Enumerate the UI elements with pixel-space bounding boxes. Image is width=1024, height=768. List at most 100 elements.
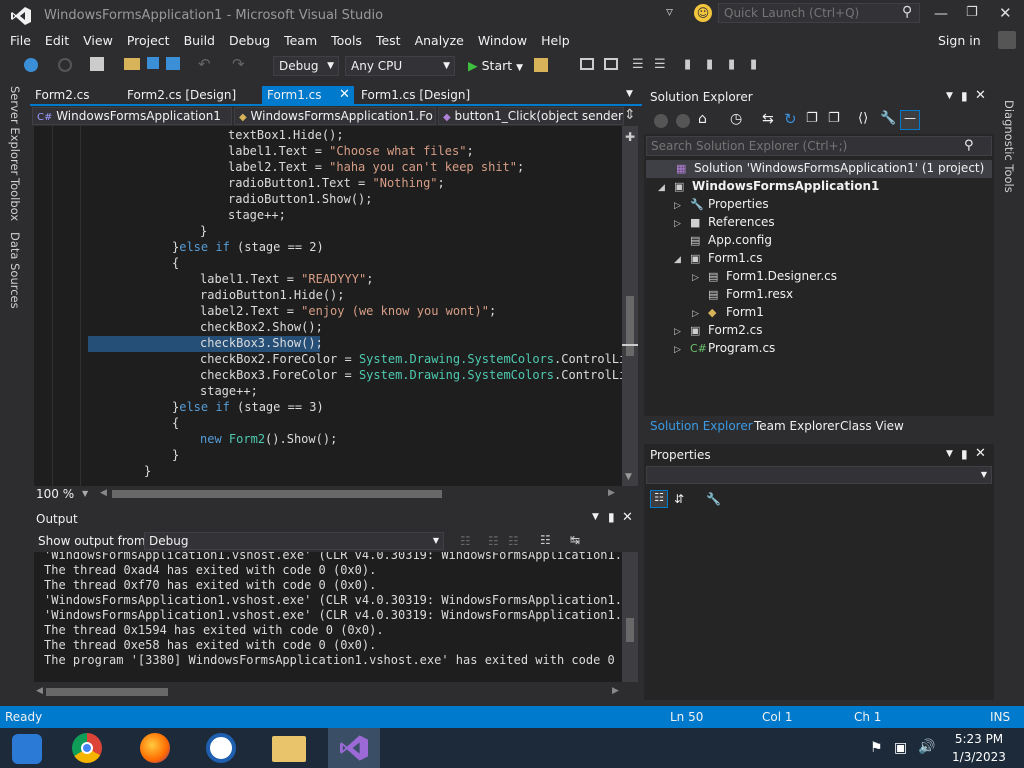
sync-icon[interactable]: ⇆ <box>762 111 774 127</box>
server-explorer-tab[interactable]: Server Explorer <box>8 86 22 175</box>
prev-bookmark-icon[interactable]: ▮ <box>706 57 713 72</box>
tree-item[interactable]: ▷ ▣ Form2.cs <box>674 323 763 341</box>
action-center-flag-icon[interactable]: ⚑ <box>870 740 883 756</box>
output-vertical-scrollbar[interactable] <box>622 552 638 682</box>
collapse-all-icon[interactable]: ❐ <box>806 111 818 126</box>
browser-link-icon[interactable] <box>534 58 548 72</box>
forward-icon[interactable] <box>676 114 690 128</box>
categorized-icon[interactable]: ☷ <box>650 490 668 508</box>
output-text-area[interactable]: 'WindowsFormsApplication1.vshost.exe' (C… <box>34 552 622 682</box>
tree-item[interactable]: ▷ ▤ Form1.Designer.cs <box>692 269 837 287</box>
output-horizontal-scrollbar[interactable]: ◀ ▶ <box>34 684 638 700</box>
undo-icon[interactable]: ↶ <box>198 55 211 73</box>
firefox-icon[interactable] <box>140 733 170 763</box>
clock-time[interactable]: 5:23 PM <box>944 732 1014 746</box>
menu-debug[interactable]: Debug <box>222 30 277 51</box>
notification-flag-icon[interactable]: ▿ <box>666 4 673 20</box>
visual-studio-taskbar-button[interactable] <box>328 728 380 768</box>
start-debugging-button[interactable]: ▶ Start ▼ <box>464 56 527 76</box>
scroll-left-arrow-icon[interactable]: ◀ <box>36 686 43 696</box>
panel-menu-icon[interactable]: ▼ <box>592 512 599 522</box>
refresh-icon[interactable]: ↻ <box>784 110 797 128</box>
tab-class-view[interactable]: Class View <box>840 419 904 433</box>
network-icon[interactable]: ▣ <box>894 740 907 756</box>
zoom-level[interactable]: 100 % <box>36 487 74 501</box>
close-output-icon[interactable]: ✕ <box>622 510 633 525</box>
feedback-smiley-icon[interactable]: ☺ <box>694 4 712 22</box>
menu-edit[interactable]: Edit <box>38 30 76 51</box>
sign-in-link[interactable]: Sign in <box>938 33 981 48</box>
menu-window[interactable]: Window <box>471 30 534 51</box>
pin-icon[interactable]: ▮ <box>961 89 968 103</box>
tree-item[interactable]: ▤ App.config <box>674 233 772 251</box>
output-source-dropdown[interactable]: Debug ▼ <box>144 532 444 550</box>
tree-item[interactable]: ▷ 🔧 Properties <box>674 197 769 215</box>
navigate-forward-icon[interactable] <box>58 58 72 72</box>
back-icon[interactable] <box>654 114 668 128</box>
scroll-down-arrow-icon[interactable]: ▼ <box>625 472 632 482</box>
tree-item[interactable]: ▷ C#Program.cs <box>674 341 775 359</box>
diagnostic-tools-tab[interactable]: Diagnostic Tools <box>1002 100 1016 193</box>
platform-dropdown[interactable]: Any CPU ▼ <box>345 56 455 76</box>
properties-wrench-icon[interactable]: 🔧 <box>880 111 896 126</box>
tree-item[interactable]: ◢ ▣ WindowsFormsApplication1 <box>658 179 879 197</box>
alphabetical-icon[interactable]: ⇵ <box>674 492 684 506</box>
collapsed-arrow-icon[interactable]: ▷ <box>674 201 690 211</box>
scroll-right-arrow-icon[interactable]: ▶ <box>608 488 615 498</box>
pin-icon[interactable]: ▮ <box>961 447 968 461</box>
restore-button[interactable]: ❐ <box>966 5 978 20</box>
find-message-icon[interactable]: ☷ <box>460 534 471 548</box>
show-all-files-icon[interactable]: ❐ <box>828 111 840 126</box>
project-dropdown[interactable]: C# WindowsFormsApplication1 <box>32 107 232 125</box>
minimize-button[interactable]: — <box>934 6 948 22</box>
open-file-icon[interactable] <box>124 58 140 70</box>
menu-analyze[interactable]: Analyze <box>408 30 471 51</box>
panel-menu-icon[interactable]: ▼ <box>946 91 953 101</box>
next-message-icon[interactable]: ☷ <box>508 534 519 548</box>
class-dropdown[interactable]: ◆ WindowsFormsApplication1.Fo <box>234 107 436 125</box>
tree-item[interactable]: ▷ ◆ Form1 <box>692 305 764 323</box>
comment-lines-icon[interactable]: ☰ <box>632 57 644 72</box>
panel-menu-icon[interactable]: ▼ <box>946 449 953 459</box>
collapsed-arrow-icon[interactable]: ▷ <box>674 345 690 355</box>
scroll-left-arrow-icon[interactable]: ◀ <box>100 488 107 498</box>
new-project-icon[interactable] <box>90 57 104 71</box>
expanded-arrow-icon[interactable]: ◢ <box>674 255 690 265</box>
collapsed-arrow-icon[interactable]: ▷ <box>692 273 708 283</box>
tree-item[interactable]: ◢ ▣ Form1.cs <box>674 251 763 269</box>
clear-bookmarks-icon[interactable]: ▮ <box>750 57 757 72</box>
close-panel-icon[interactable]: ✕ <box>975 446 986 461</box>
preview-selected-icon[interactable]: — <box>900 110 920 130</box>
pending-changes-icon[interactable]: ◷ <box>730 111 742 127</box>
clock-date[interactable]: 1/3/2023 <box>944 750 1014 764</box>
vertical-scroll-thumb[interactable] <box>626 296 634 356</box>
zoom-dropdown-icon[interactable]: ▼ <box>82 489 88 498</box>
scroll-right-arrow-icon[interactable]: ▶ <box>612 686 619 696</box>
member-dropdown[interactable]: ◆ button1_Click(object sender, E <box>438 107 624 125</box>
menu-file[interactable]: File <box>3 30 38 51</box>
windows-start-icon[interactable] <box>12 734 42 764</box>
volume-icon[interactable]: 🔊 <box>918 739 935 755</box>
step-over-icon[interactable] <box>604 58 618 70</box>
data-sources-tab[interactable]: Data Sources <box>8 232 22 309</box>
menu-tools[interactable]: Tools <box>324 30 369 51</box>
code-editor[interactable]: textBox1.Hide(); label1.Text = "Choose wh… <box>34 126 622 486</box>
word-wrap-icon[interactable]: ↹ <box>570 533 580 547</box>
tab-overflow-icon[interactable]: ▼ <box>626 89 633 99</box>
search-icon[interactable]: ⚲ <box>902 4 912 20</box>
menu-team[interactable]: Team <box>277 30 324 51</box>
clear-all-icon[interactable]: ☷ <box>540 533 551 547</box>
collapsed-arrow-icon[interactable]: ▷ <box>692 309 708 319</box>
close-panel-icon[interactable]: ✕ <box>975 88 986 103</box>
solution-config-dropdown[interactable]: Debug ▼ <box>273 56 339 76</box>
output-hscroll-thumb[interactable] <box>46 688 168 696</box>
tree-item[interactable]: ▦ Solution 'WindowsFormsApplication1' (1 … <box>660 161 984 179</box>
account-avatar-icon[interactable] <box>998 31 1016 49</box>
prev-message-icon[interactable]: ☷ <box>488 534 499 548</box>
opera-icon[interactable] <box>206 733 236 763</box>
expanded-arrow-icon[interactable]: ◢ <box>658 183 674 193</box>
split-editor-icon[interactable]: ✚ <box>625 130 635 144</box>
next-bookmark-icon[interactable]: ▮ <box>728 57 735 72</box>
view-code-icon[interactable]: ⟨⟩ <box>858 111 868 126</box>
editor-vertical-scrollbar[interactable]: ✚ ▼ <box>622 126 638 486</box>
